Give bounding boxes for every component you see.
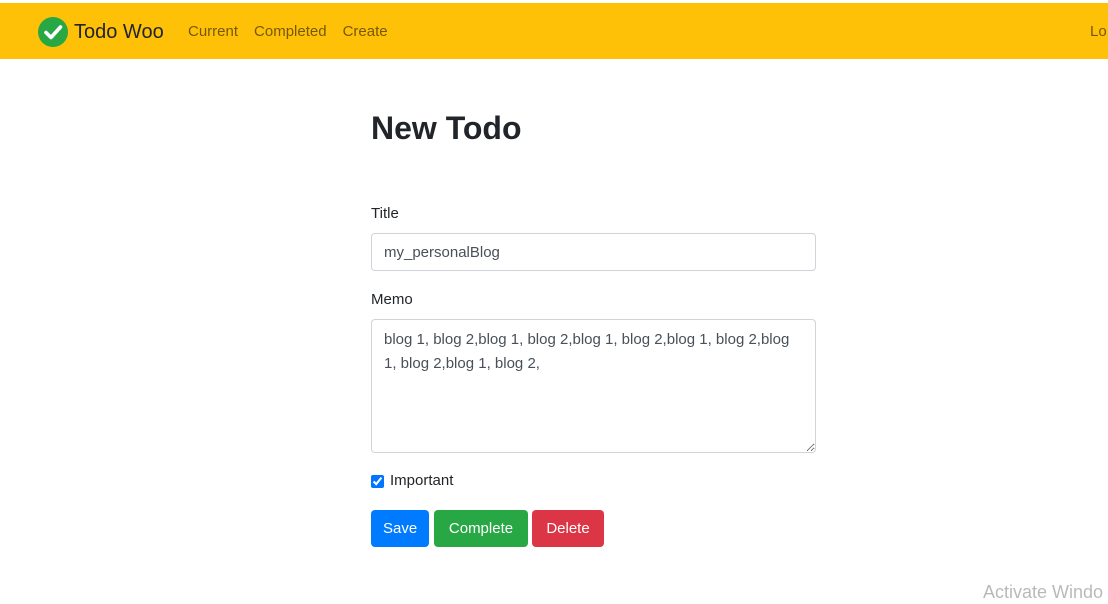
important-label[interactable]: Important	[390, 472, 453, 490]
memo-label: Memo	[371, 291, 413, 308]
important-row: Important	[371, 472, 453, 490]
nav-link-create[interactable]: Create	[343, 22, 388, 42]
page-title: New Todo	[371, 110, 522, 146]
complete-button[interactable]: Complete	[434, 510, 528, 547]
brand-link[interactable]: Todo Woo	[38, 17, 164, 47]
check-circle-icon	[38, 17, 68, 47]
save-button[interactable]: Save	[371, 510, 429, 547]
important-checkbox[interactable]	[371, 474, 384, 488]
delete-button[interactable]: Delete	[532, 510, 604, 547]
memo-textarea[interactable]: blog 1, blog 2,blog 1, blog 2,blog 1, bl…	[371, 319, 816, 453]
brand-name: Todo Woo	[74, 21, 164, 43]
navbar: Todo Woo Current Completed Create Lo	[0, 3, 1108, 59]
activate-windows-watermark: Activate Windo	[983, 582, 1104, 602]
nav-link-current[interactable]: Current	[188, 22, 238, 42]
title-input[interactable]	[371, 233, 816, 271]
title-label: Title	[371, 205, 399, 222]
nav-links: Current Completed Create	[188, 22, 404, 42]
nav-link-logout[interactable]: Lo	[1090, 22, 1107, 42]
nav-link-completed[interactable]: Completed	[254, 22, 327, 42]
